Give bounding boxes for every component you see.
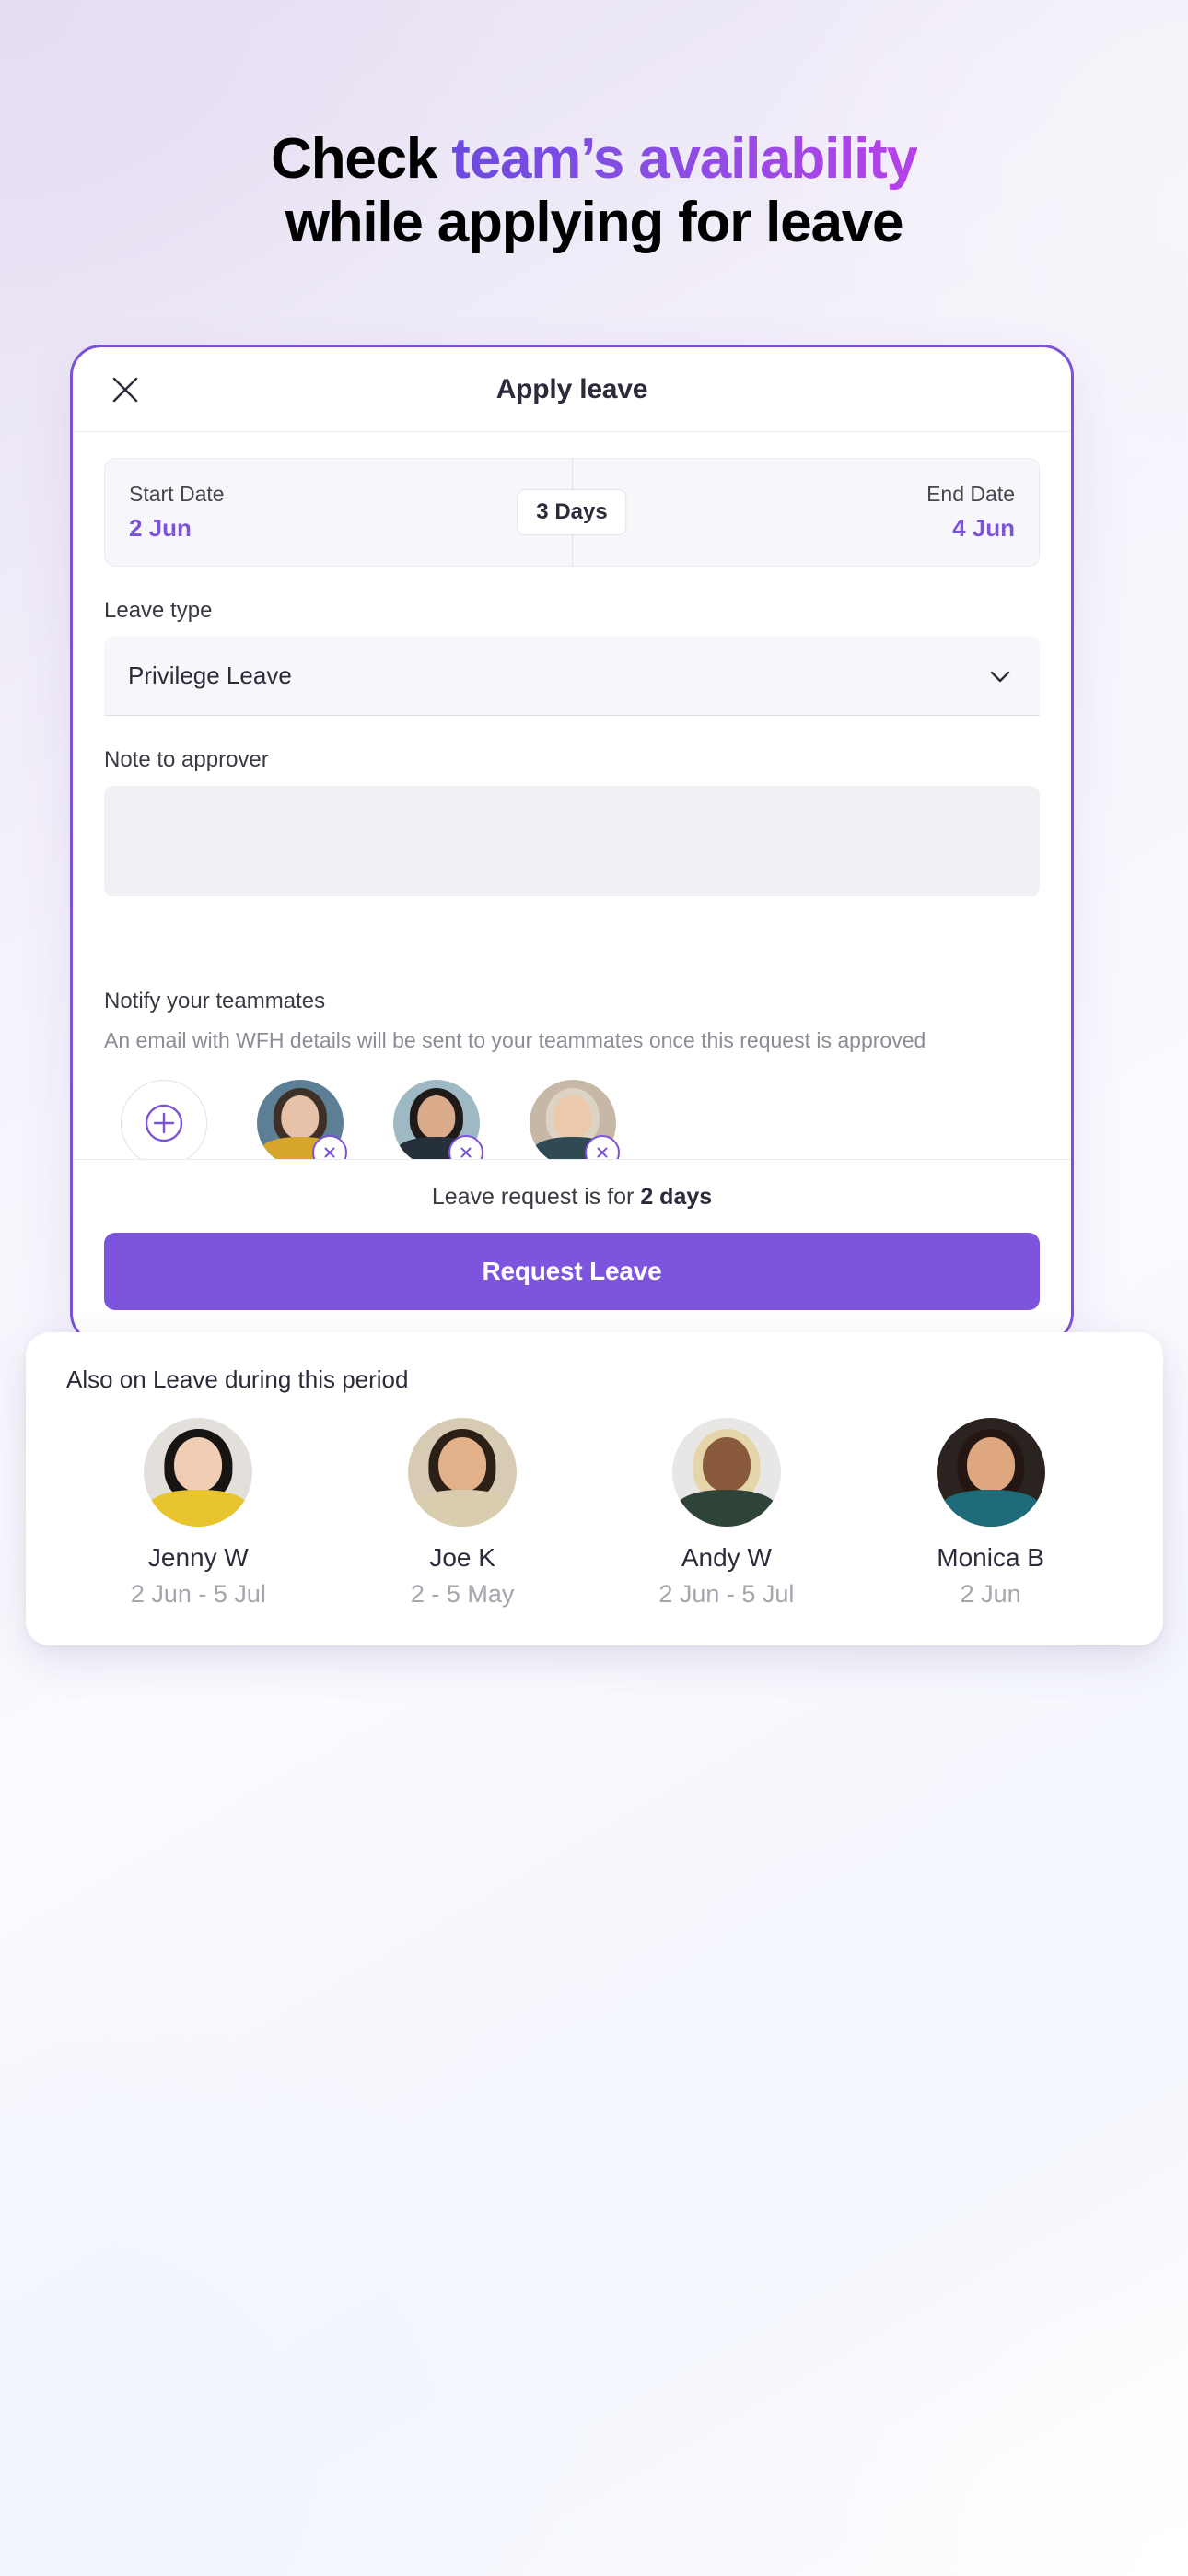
end-date-value: 4 Jun — [952, 514, 1015, 542]
modal-header: Apply leave — [73, 347, 1071, 432]
leave-summary-prefix: Leave request is for — [431, 1184, 641, 1210]
note-label: Note to approver — [104, 747, 269, 772]
modal-body: Start Date 2 Jun End Date 4 Jun 3 Days L… — [73, 432, 1071, 896]
headline-line2: while applying for leave — [285, 191, 904, 255]
avatar — [257, 1079, 347, 1170]
apply-leave-modal: Apply leave Start Date 2 Jun End Date 4 … — [70, 345, 1074, 1344]
start-date-value: 2 Jun — [129, 514, 192, 542]
person-name: Monica B — [937, 1543, 1044, 1572]
page-headline: Check team’s availability while applying… — [0, 127, 1188, 255]
leave-type-select[interactable]: Privilege Leave — [104, 637, 1040, 716]
chevron-down-icon — [984, 661, 1016, 692]
leave-type-group: Leave type Privilege Leave — [104, 598, 1040, 716]
start-date-label: Start Date — [129, 482, 225, 506]
avatar — [936, 1418, 1045, 1527]
list-item[interactable]: Joe K 2 - 5 May — [347, 1418, 577, 1609]
notify-description: An email with WFH details will be sent t… — [104, 1028, 926, 1052]
leave-summary-value: 2 days — [640, 1184, 713, 1210]
plus-circle-icon[interactable] — [121, 1079, 207, 1166]
avatar — [671, 1418, 781, 1527]
person-dates: 2 Jun - 5 Jul — [658, 1580, 795, 1608]
list-item[interactable]: Monica B 2 Jun — [876, 1418, 1106, 1609]
page-title: Apply leave — [495, 373, 648, 404]
leave-summary: Leave request is for 2 days — [104, 1184, 1040, 1211]
person-dates: 2 - 5 May — [410, 1580, 515, 1608]
end-date-label: End Date — [926, 482, 1015, 506]
list-item[interactable]: Jenny W 2 Jun - 5 Jul — [83, 1418, 313, 1609]
note-group: Note to approver — [104, 747, 1040, 896]
also-on-leave-panel: Also on Leave during this period Jenny W… — [26, 1332, 1163, 1645]
duration-badge: 3 Days — [517, 489, 627, 535]
end-date-cell[interactable]: End Date 4 Jun — [572, 459, 1039, 566]
close-icon[interactable] — [107, 371, 144, 408]
request-leave-button[interactable]: Request Leave — [104, 1233, 1040, 1310]
avatar — [144, 1418, 253, 1527]
notify-title: Notify your teammates — [104, 989, 326, 1013]
avatar — [393, 1079, 483, 1170]
avatar — [408, 1418, 518, 1527]
also-on-leave-list: Jenny W 2 Jun - 5 Jul Joe K 2 - 5 May An… — [66, 1418, 1123, 1609]
modal-footer: Leave request is for 2 days Request Leav… — [73, 1159, 1071, 1341]
person-name: Andy W — [681, 1543, 772, 1572]
headline-accent: team’s availability — [451, 127, 918, 191]
avatar — [530, 1079, 620, 1170]
leave-type-label: Leave type — [104, 598, 213, 623]
date-range-picker[interactable]: Start Date 2 Jun End Date 4 Jun 3 Days — [104, 458, 1040, 567]
list-item[interactable]: Andy W 2 Jun - 5 Jul — [611, 1418, 842, 1609]
also-on-leave-title: Also on Leave during this period — [66, 1365, 409, 1393]
note-input[interactable] — [104, 786, 1040, 896]
leave-type-value: Privilege Leave — [128, 662, 292, 689]
person-name: Joe K — [429, 1543, 495, 1572]
headline-prefix: Check — [271, 127, 452, 191]
start-date-cell[interactable]: Start Date 2 Jun — [105, 459, 572, 566]
person-name: Jenny W — [147, 1543, 249, 1572]
person-dates: 2 Jun — [960, 1580, 1021, 1608]
person-dates: 2 Jun - 5 Jul — [130, 1580, 266, 1608]
